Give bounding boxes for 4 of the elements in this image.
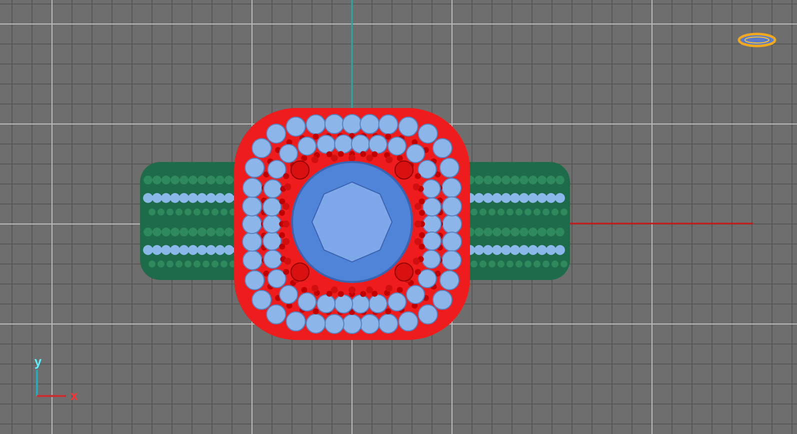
y-axis-label: y [34, 354, 42, 369]
x-axis-label: x [70, 388, 78, 403]
axis-icon [36, 370, 66, 397]
ring-preview-icon[interactable] [738, 32, 776, 48]
